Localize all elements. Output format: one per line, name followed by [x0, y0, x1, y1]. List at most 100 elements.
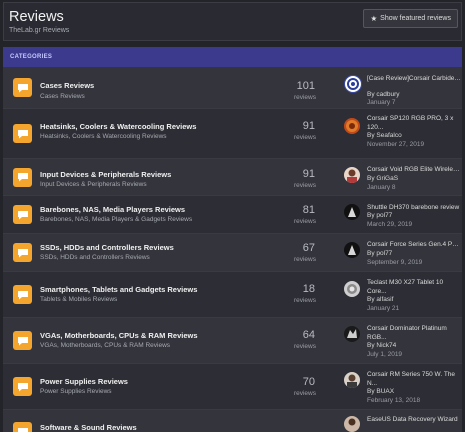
- forum-icon: [13, 422, 32, 432]
- last-post-date: March 29, 2019: [367, 221, 413, 228]
- avatar[interactable]: [344, 326, 360, 342]
- last-post-author[interactable]: By GriGaS: [367, 175, 398, 182]
- last-post-title[interactable]: Corsair SP120 RGB PRO, 3 x 120...: [367, 114, 461, 132]
- forum-row[interactable]: Cases Reviews Cases Reviews 101 reviews …: [3, 67, 462, 109]
- forum-title[interactable]: Software & Sound Reviews: [40, 423, 137, 432]
- avatar[interactable]: [344, 75, 362, 93]
- forum-row[interactable]: Power Supplies Reviews Power Supplies Re…: [3, 364, 462, 410]
- last-post-author[interactable]: By Seafalco: [367, 132, 402, 139]
- last-post-title[interactable]: Corsair RM Series 750 W. The N...: [367, 370, 461, 388]
- forum-icon: [13, 167, 32, 187]
- chat-bubble-icon: [17, 290, 28, 299]
- last-post-date: July 1, 2019: [367, 351, 403, 358]
- forum-icon: [13, 243, 32, 262]
- avatar[interactable]: [344, 281, 360, 297]
- forum-title[interactable]: Input Devices & Peripherals Reviews: [40, 170, 171, 179]
- avatar[interactable]: [344, 167, 360, 183]
- last-post-title[interactable]: Corsair Dominator Platinum RGB...: [367, 324, 461, 342]
- forum-icon: [13, 205, 32, 224]
- forum-description: Heatsinks, Coolers & Watercooling Review…: [40, 133, 167, 140]
- review-count-label: reviews: [293, 256, 316, 263]
- forum-icon: [13, 124, 32, 143]
- forum-row[interactable]: Smartphones, Tablets and Gadgets Reviews…: [3, 272, 462, 318]
- show-featured-reviews-button[interactable]: ★ Show featured reviews: [363, 9, 458, 28]
- forum-row[interactable]: Input Devices & Peripherals Reviews Inpu…: [3, 159, 462, 196]
- forum-title[interactable]: Power Supplies Reviews: [40, 377, 128, 386]
- forum-row[interactable]: VGAs, Motherboards, CPUs & RAM Reviews V…: [3, 318, 462, 364]
- avatar[interactable]: [344, 372, 360, 388]
- review-count: 91: [302, 120, 315, 132]
- avatar[interactable]: [344, 204, 360, 220]
- forum-list: CATEGORIES Cases Reviews Cases Reviews 1…: [3, 47, 462, 432]
- forum-title[interactable]: Barebones, NAS, Media Players Reviews: [40, 205, 185, 214]
- forum-title[interactable]: VGAs, Motherboards, CPUs & RAM Reviews: [40, 331, 198, 340]
- review-count: 64: [302, 329, 315, 341]
- review-count: 67: [302, 242, 315, 254]
- review-count-label: reviews: [293, 390, 316, 397]
- review-count-label: reviews: [293, 94, 316, 101]
- forum-description: Barebones, NAS, Media Players & Gadgets …: [40, 216, 193, 223]
- review-count-label: reviews: [293, 134, 316, 141]
- chat-bubble-icon: [17, 129, 28, 138]
- forum-icon: [13, 331, 32, 350]
- last-post-title[interactable]: Corsair Force Series Gen.4 PCI...: [367, 240, 461, 249]
- chat-bubble-icon: [17, 427, 28, 432]
- review-count: 81: [302, 204, 315, 216]
- last-post-author[interactable]: By pol77: [367, 212, 392, 219]
- avatar[interactable]: [344, 242, 360, 258]
- forum-icon: [13, 78, 32, 97]
- chat-bubble-icon: [17, 382, 28, 391]
- forum-title[interactable]: Smartphones, Tablets and Gadgets Reviews: [40, 285, 197, 294]
- last-post-author[interactable]: By cadbury: [367, 91, 400, 98]
- forum-row[interactable]: SSDs, HDDs and Controllers Reviews SSDs,…: [3, 234, 462, 272]
- review-count: 101: [296, 80, 315, 92]
- forum-description: Cases Reviews: [40, 93, 85, 100]
- forum-title[interactable]: Heatsinks, Coolers & Watercooling Review…: [40, 122, 196, 131]
- last-post-title[interactable]: Teclast M30 X27 Tablet 10 Core...: [367, 278, 461, 296]
- forum-icon: [13, 377, 32, 396]
- last-post-author[interactable]: By BUAX: [367, 388, 394, 395]
- forum-description: Tablets & Mobiles Reviews: [40, 296, 118, 303]
- forum-row[interactable]: Software & Sound Reviews EaseUS Data Rec…: [3, 410, 462, 432]
- chat-bubble-icon: [17, 336, 28, 345]
- avatar[interactable]: [344, 416, 360, 432]
- review-count: 91: [302, 168, 315, 180]
- last-post-author[interactable]: By alfasif: [367, 296, 393, 303]
- last-post-date: September 9, 2019: [367, 259, 423, 266]
- last-post-title[interactable]: Corsair Void RGB Elite Wireles...: [367, 165, 461, 174]
- last-post-title[interactable]: EaseUS Data Recovery Wizard: [367, 415, 461, 424]
- last-post-date: January 21: [367, 305, 400, 312]
- last-post-author[interactable]: By Nick74: [367, 342, 396, 349]
- forum-description: Input Devices & Peripherals Reviews: [40, 181, 147, 188]
- last-post-title[interactable]: [Case Review]Corsair Carbide S...: [367, 74, 461, 83]
- star-icon: ★: [370, 14, 378, 23]
- last-post-date: November 27, 2019: [367, 141, 425, 148]
- review-count: 18: [302, 283, 315, 295]
- last-post-date: January 7: [367, 99, 396, 106]
- page-subtitle: TheLab.gr Reviews: [9, 27, 70, 34]
- forum-description: VGAs, Motherboards, CPUs & RAM Reviews: [40, 342, 171, 349]
- review-count-label: reviews: [293, 297, 316, 304]
- chat-bubble-icon: [17, 173, 28, 182]
- featured-button-label: Show featured reviews: [380, 15, 451, 22]
- chat-bubble-icon: [17, 210, 28, 219]
- forum-title[interactable]: SSDs, HDDs and Controllers Reviews: [40, 243, 174, 252]
- forum-row[interactable]: Heatsinks, Coolers & Watercooling Review…: [3, 109, 462, 159]
- review-count: 70: [302, 376, 315, 388]
- forum-description: Power Supplies Reviews: [40, 388, 112, 395]
- forum-description: SSDs, HDDs and Controllers Reviews: [40, 254, 150, 261]
- page-title: Reviews: [9, 9, 64, 25]
- last-post-author[interactable]: By pol77: [367, 250, 392, 257]
- forum-icon: [13, 285, 32, 304]
- last-post-date: February 13, 2018: [367, 397, 421, 404]
- avatar[interactable]: [344, 118, 360, 134]
- forum-title[interactable]: Cases Reviews: [40, 81, 94, 90]
- forum-row[interactable]: Barebones, NAS, Media Players Reviews Ba…: [3, 196, 462, 234]
- categories-header: CATEGORIES: [3, 47, 462, 67]
- review-count-label: reviews: [293, 343, 316, 350]
- last-post-title[interactable]: Shuttle DH370 barebone review: [367, 203, 461, 212]
- review-count-label: reviews: [293, 218, 316, 225]
- chat-bubble-icon: [17, 248, 28, 257]
- chat-bubble-icon: [17, 83, 28, 92]
- page-header: Reviews TheLab.gr Reviews ★ Show feature…: [3, 2, 462, 41]
